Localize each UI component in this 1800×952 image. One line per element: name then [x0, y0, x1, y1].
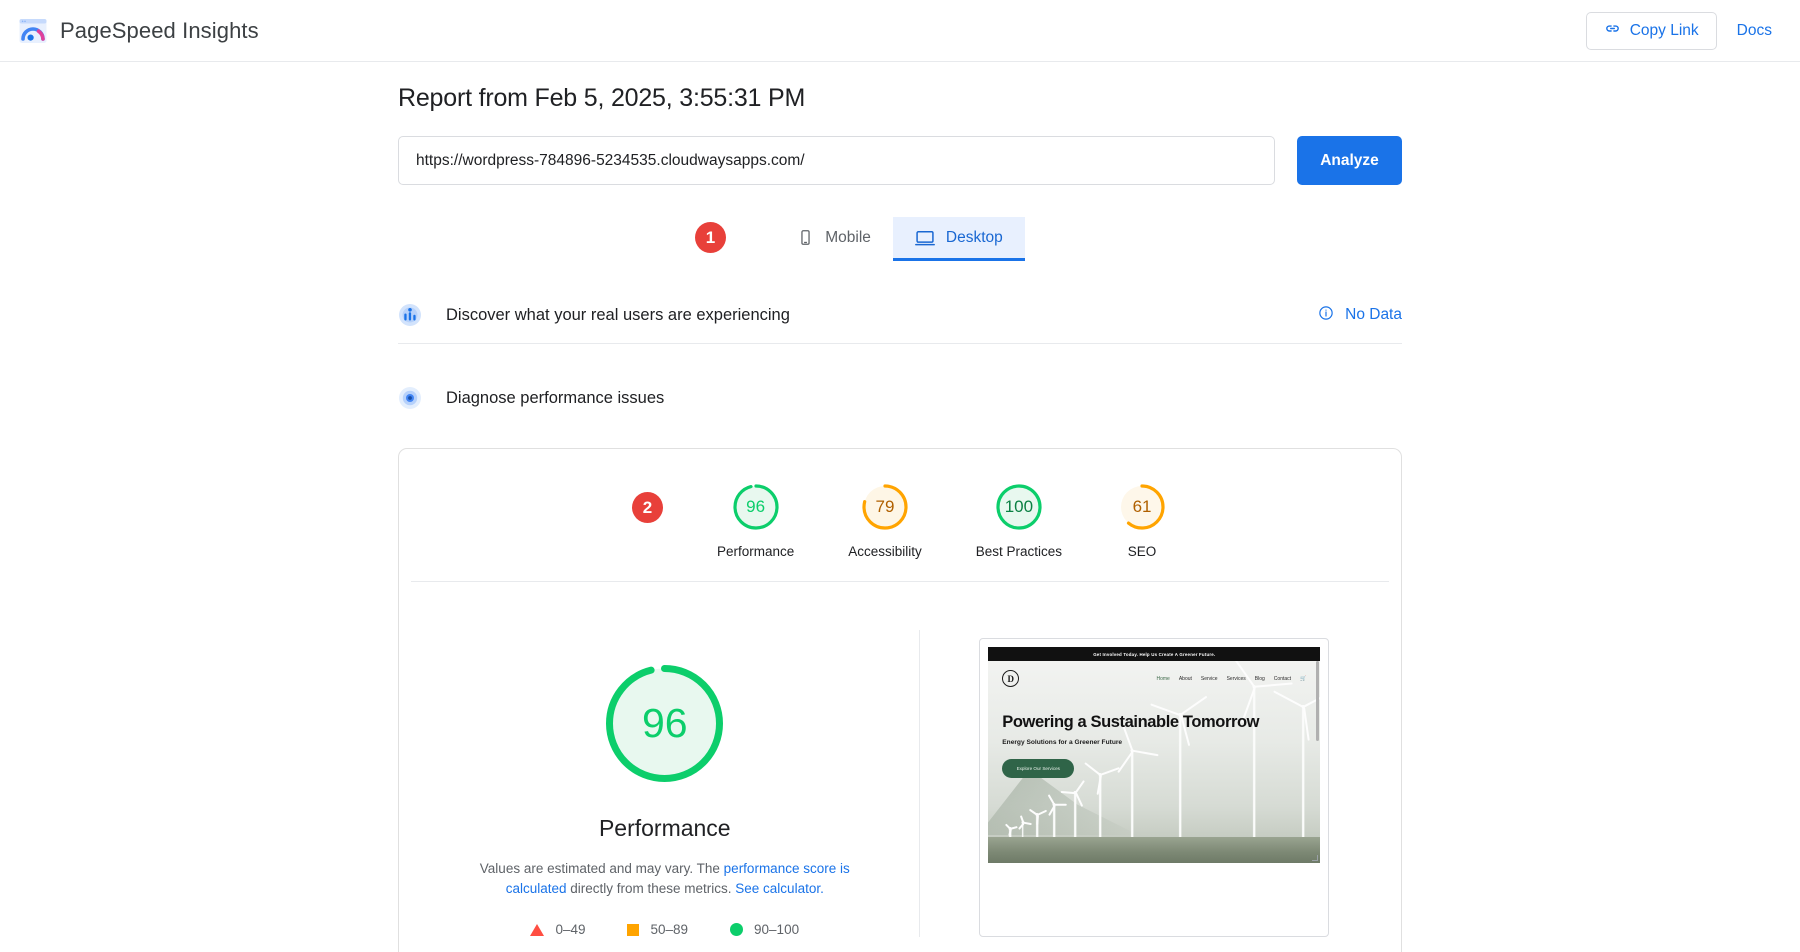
- gauge-score-accessibility: 79: [859, 481, 911, 533]
- thumbnail-body: D Home About Service Services Blog Conta…: [988, 661, 1320, 863]
- thumbnail-scrollbar: [1316, 661, 1319, 741]
- main-score-label: Performance: [599, 815, 731, 842]
- legend-label-poor: 0–49: [555, 922, 585, 937]
- score-legend: 0–49 50–89 90–100: [530, 922, 799, 937]
- legend-label-average: 50–89: [650, 922, 688, 937]
- copy-link-button[interactable]: Copy Link: [1586, 12, 1717, 50]
- category-gauges: 2 96 Performance: [399, 449, 1401, 581]
- nav-link-services: Services: [1227, 676, 1246, 682]
- link-icon: [1604, 20, 1621, 42]
- main-score-value: 96: [599, 658, 730, 789]
- docs-link[interactable]: Docs: [1737, 22, 1772, 40]
- gauge-score-seo: 61: [1116, 481, 1168, 533]
- page-title: Report from Feb 5, 2025, 3:55:31 PM: [398, 84, 1402, 113]
- thumbnail-hero: Powering a Sustainable Tomorrow Energy S…: [1002, 713, 1259, 778]
- gauge-ring-best-practices: 100: [993, 481, 1045, 533]
- thumbnail-heading: Powering a Sustainable Tomorrow: [1002, 713, 1259, 731]
- wind-turbine-icon: [1290, 705, 1316, 855]
- disclaimer-text-pre: Values are estimated and may vary. The: [480, 861, 724, 876]
- nav-link-about: About: [1179, 676, 1192, 682]
- desktop-icon: [915, 228, 935, 248]
- app-header: PageSpeed Insights Copy Link Docs: [0, 0, 1800, 62]
- mobile-icon: [797, 229, 814, 246]
- page-body: Report from Feb 5, 2025, 3:55:31 PM Anal…: [0, 62, 1800, 952]
- gauge-score-best-practices: 100: [993, 481, 1045, 533]
- cart-icon: 🛒: [1300, 676, 1306, 682]
- gauge-ring-performance: 96: [730, 481, 782, 533]
- field-data-section: Discover what your real users are experi…: [398, 287, 1402, 343]
- triangle-icon: [530, 924, 544, 936]
- lighthouse-icon: [398, 386, 422, 410]
- legend-label-good: 90–100: [754, 922, 799, 937]
- lab-data-left: Diagnose performance issues: [398, 386, 664, 410]
- brand: PageSpeed Insights: [18, 16, 259, 46]
- thumbnail-subheading: Energy Solutions for a Greener Future: [1002, 739, 1259, 746]
- screenshot-panel: Get Involved Today. Help Us Create A Gre…: [920, 630, 1389, 937]
- legend-item-poor: 0–49: [530, 922, 585, 937]
- field-data-status[interactable]: No Data: [1318, 305, 1402, 326]
- legend-item-good: 90–100: [730, 922, 799, 937]
- lab-data-label: Diagnose performance issues: [446, 389, 664, 408]
- pagespeed-logo-icon: [18, 16, 48, 46]
- nav-link-home: Home: [1156, 676, 1169, 682]
- legend-item-average: 50–89: [627, 922, 688, 937]
- page-screenshot: Get Involved Today. Help Us Create A Gre…: [988, 647, 1320, 863]
- device-tabs: 1 Mobile Desktop: [398, 213, 1402, 261]
- gauge-performance[interactable]: 96 Performance: [717, 481, 794, 559]
- field-data-label: Discover what your real users are experi…: [446, 306, 790, 325]
- brand-title: PageSpeed Insights: [60, 18, 259, 44]
- gauge-label-accessibility: Accessibility: [848, 544, 922, 559]
- gauge-seo[interactable]: 61 SEO: [1116, 481, 1168, 559]
- tab-mobile[interactable]: Mobile: [775, 217, 893, 261]
- gauge-accessibility[interactable]: 79 Accessibility: [848, 481, 922, 559]
- analyze-button[interactable]: Analyze: [1297, 136, 1402, 185]
- score-disclaimer: Values are estimated and may vary. The p…: [455, 859, 875, 898]
- disclaimer-text-mid: directly from these metrics.: [566, 881, 735, 896]
- page-screenshot-frame: Get Involved Today. Help Us Create A Gre…: [979, 638, 1329, 937]
- main-score-ring: 96: [599, 658, 730, 789]
- score-panel: 96 Performance Values are estimated and …: [411, 630, 920, 937]
- gauge-label-seo: SEO: [1128, 544, 1157, 559]
- gauge-ring-accessibility: 79: [859, 481, 911, 533]
- content-column: Report from Feb 5, 2025, 3:55:31 PM Anal…: [398, 62, 1402, 952]
- circle-icon: [730, 923, 743, 936]
- thumbnail-nav: D Home About Service Services Blog Conta…: [988, 661, 1320, 687]
- site-logo: D: [1002, 670, 1019, 687]
- ground: [988, 837, 1320, 863]
- thumbnail-banner: Get Involved Today. Help Us Create A Gre…: [988, 647, 1320, 661]
- field-data-status-label: No Data: [1345, 306, 1402, 324]
- nav-link-service: Service: [1201, 676, 1218, 682]
- gauge-score-performance: 96: [730, 481, 782, 533]
- url-form: Analyze: [398, 136, 1402, 185]
- header-actions: Copy Link Docs: [1586, 12, 1772, 50]
- thumbnail-nav-links: Home About Service Services Blog Contact…: [1156, 676, 1306, 682]
- field-data-left: Discover what your real users are experi…: [398, 303, 790, 327]
- see-calculator-link[interactable]: See calculator.: [735, 881, 824, 896]
- lighthouse-card: 2 96 Performance: [398, 448, 1402, 952]
- copy-link-label: Copy Link: [1630, 22, 1699, 40]
- gauge-label-performance: Performance: [717, 544, 794, 559]
- section-divider: [398, 343, 1402, 344]
- nav-link-blog: Blog: [1255, 676, 1265, 682]
- nav-link-contact: Contact: [1274, 676, 1291, 682]
- resize-handle-icon: [1312, 855, 1318, 861]
- tab-desktop[interactable]: Desktop: [893, 217, 1025, 261]
- performance-detail: 96 Performance Values are estimated and …: [399, 582, 1401, 937]
- field-data-icon: [398, 303, 422, 327]
- gauge-label-best-practices: Best Practices: [976, 544, 1062, 559]
- gauge-best-practices[interactable]: 100 Best Practices: [976, 481, 1062, 559]
- tab-desktop-label: Desktop: [946, 229, 1003, 247]
- square-icon: [627, 924, 639, 936]
- gauge-ring-seo: 61: [1116, 481, 1168, 533]
- lab-data-section: Diagnose performance issues: [398, 370, 1402, 426]
- tab-mobile-label: Mobile: [825, 229, 871, 247]
- thumbnail-cta-button: Explore Our Services: [1002, 759, 1074, 778]
- url-input[interactable]: [398, 136, 1275, 185]
- info-icon: [1318, 305, 1334, 326]
- annotation-marker-1: 1: [695, 222, 726, 253]
- annotation-marker-2: 2: [632, 492, 663, 523]
